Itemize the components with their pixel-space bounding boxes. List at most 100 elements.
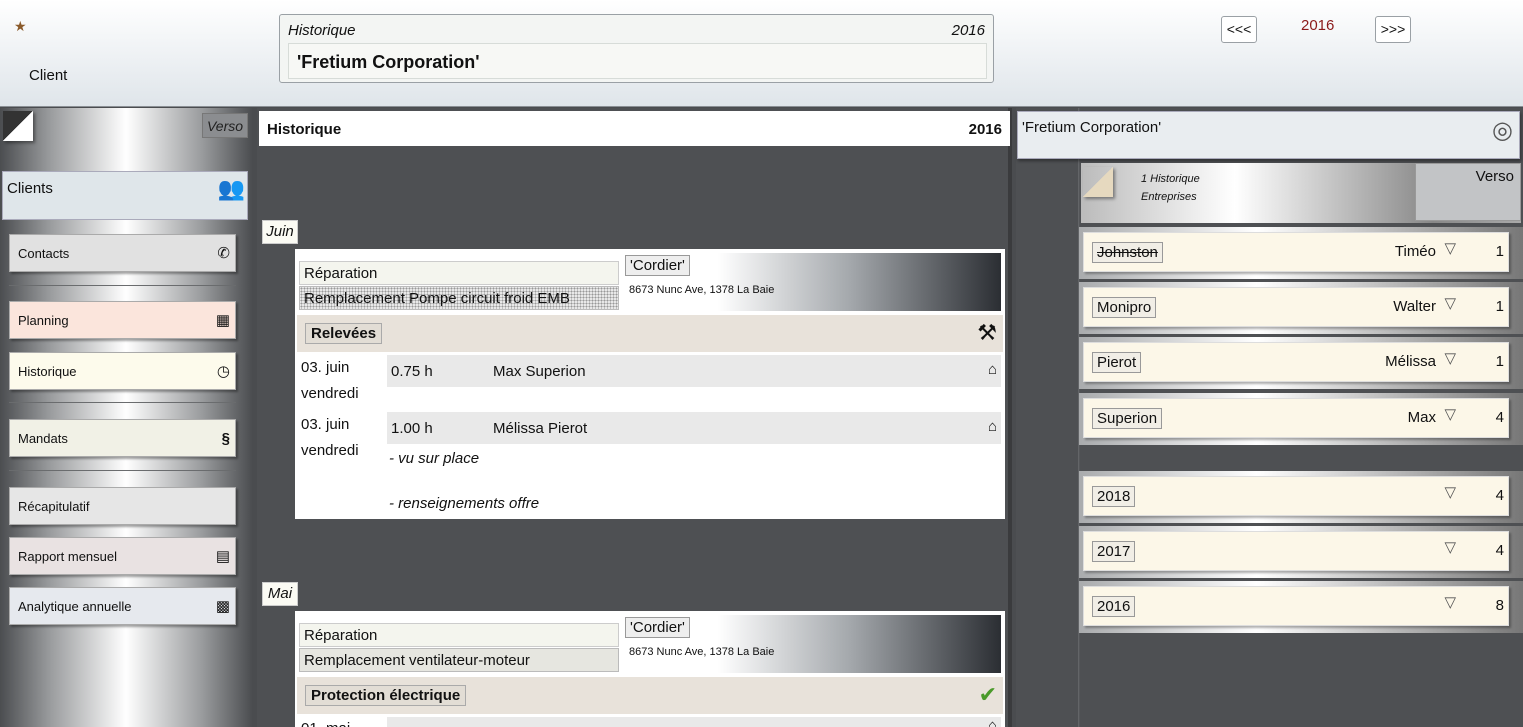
history-year: 2016 bbox=[951, 22, 985, 39]
sidebar-item-label: Analytique annuelle bbox=[18, 599, 132, 614]
divider bbox=[9, 285, 236, 286]
entry-date: 03. juin vendredi bbox=[301, 412, 359, 464]
worker-icon: ⚒ bbox=[977, 320, 997, 345]
clients-header[interactable]: Clients 👥 bbox=[2, 171, 248, 220]
intervention-type: Réparation bbox=[299, 261, 619, 285]
target-icon[interactable]: ◎ bbox=[1492, 116, 1513, 145]
entry-date: 01. mai bbox=[301, 716, 350, 727]
intervention-description[interactable]: Remplacement Pompe circuit froid EMB bbox=[299, 286, 619, 310]
person-item[interactable]: Johnston Timéo ▽ 1 bbox=[1083, 232, 1509, 272]
entry-date: 03. juin vendredi bbox=[301, 355, 359, 407]
history-header-box: Historique 2016 'Fretium Corporation' bbox=[279, 14, 994, 83]
next-year-button[interactable]: >>> bbox=[1375, 16, 1411, 43]
filter-icon[interactable]: ▽ bbox=[1444, 349, 1456, 367]
users-icon: 👥 bbox=[217, 176, 245, 201]
sidebar-item-historique[interactable]: Historique ◷ bbox=[9, 352, 236, 390]
entry-row[interactable]: 0.75 h Max Superion ⌂ bbox=[387, 355, 1001, 387]
filter-icon[interactable]: ▽ bbox=[1444, 294, 1456, 312]
item-count: 4 bbox=[1495, 487, 1504, 504]
current-year: 2016 bbox=[1301, 17, 1335, 34]
entry-date-text: 03. juin bbox=[301, 416, 350, 433]
filter-icon[interactable]: ▽ bbox=[1444, 538, 1456, 556]
verso-button[interactable]: Verso bbox=[1415, 163, 1521, 221]
history-panel-title: Historique bbox=[267, 121, 342, 138]
history-panel-year: 2016 bbox=[968, 121, 1002, 138]
entry-row[interactable]: ⌂ bbox=[387, 717, 1001, 727]
right-panel-title: 'Fretium Corporation' bbox=[1022, 119, 1162, 136]
sidebar-item-recapitulatif[interactable]: Récapitulatif bbox=[9, 487, 236, 525]
entity-type: Entreprises bbox=[1141, 191, 1197, 203]
company-tag[interactable]: 'Cordier' bbox=[625, 617, 690, 638]
clients-label: Clients bbox=[7, 180, 53, 197]
month-label: Juin bbox=[262, 220, 298, 244]
sidebar-item-label: Rapport mensuel bbox=[18, 549, 117, 564]
verso-button[interactable]: Verso bbox=[202, 113, 248, 138]
page-fold-icon[interactable] bbox=[1083, 167, 1113, 197]
month-label: Mai bbox=[262, 582, 298, 606]
filter-icon[interactable]: ▽ bbox=[1444, 239, 1456, 257]
person-firstname: Walter bbox=[1393, 298, 1436, 315]
item-count: 1 bbox=[1495, 353, 1504, 370]
entry-hours: 0.75 h bbox=[391, 363, 433, 380]
intervention-description[interactable]: Remplacement ventilateur-moteur bbox=[299, 648, 619, 672]
person-tag[interactable]: Pierot bbox=[1092, 352, 1142, 373]
person-item[interactable]: Pierot Mélissa ▽ 1 bbox=[1083, 342, 1509, 382]
section-label: Protection électrique bbox=[305, 685, 467, 706]
divider bbox=[9, 402, 236, 403]
person-firstname: Timéo bbox=[1394, 243, 1436, 260]
company-address-box: 'Cordier' 8673 Nunc Ave, 1378 La Baie bbox=[623, 253, 1001, 311]
right-subheader: 1 Historique Entreprises Verso bbox=[1081, 163, 1521, 223]
history-count: 1 Historique bbox=[1141, 173, 1200, 185]
year-tag[interactable]: 2017 bbox=[1092, 541, 1136, 562]
client-name-field[interactable]: 'Fretium Corporation' bbox=[288, 43, 987, 79]
section-header: Relevées ⚒ bbox=[297, 315, 1003, 352]
calendar-icon: ▦ bbox=[215, 312, 230, 329]
page-corner-icon[interactable] bbox=[3, 111, 33, 141]
section-icon: § bbox=[221, 430, 230, 447]
filter-icon[interactable]: ▽ bbox=[1444, 483, 1456, 501]
entry-day-text: vendredi bbox=[301, 442, 359, 459]
sidebar-item-rapport-mensuel[interactable]: Rapport mensuel ▤ bbox=[9, 537, 236, 575]
sidebar-item-label: Mandats bbox=[18, 431, 68, 446]
history-card[interactable]: Réparation Remplacement ventilateur-mote… bbox=[295, 611, 1005, 727]
year-item[interactable]: 2016 ▽ 8 bbox=[1083, 586, 1509, 626]
item-count: 1 bbox=[1495, 298, 1504, 315]
item-count: 4 bbox=[1495, 542, 1504, 559]
history-card[interactable]: Réparation Remplacement Pompe circuit fr… bbox=[295, 249, 1005, 519]
year-tag[interactable]: 2018 bbox=[1092, 486, 1136, 507]
sidebar-item-analytique-annuelle[interactable]: Analytique annuelle ▩ bbox=[9, 587, 236, 625]
person-tag[interactable]: Monipro bbox=[1092, 297, 1157, 318]
person-tag[interactable]: Superion bbox=[1092, 408, 1163, 429]
year-tag[interactable]: 2016 bbox=[1092, 596, 1136, 617]
home-icon[interactable]: ⌂ bbox=[988, 361, 997, 378]
history-icon: ◷ bbox=[216, 363, 230, 380]
entry-row[interactable]: 1.00 h Mélissa Pierot ⌂ bbox=[387, 412, 1001, 444]
person-tag[interactable]: Johnston bbox=[1092, 242, 1163, 263]
entry-note: - vu sur place bbox=[389, 450, 480, 467]
previous-year-button[interactable]: <<< bbox=[1221, 16, 1257, 43]
year-item[interactable]: 2018 ▽ 4 bbox=[1083, 476, 1509, 516]
sidebar-item-planning[interactable]: Planning ▦ bbox=[9, 301, 236, 339]
home-icon[interactable]: ⌂ bbox=[988, 717, 997, 727]
company-address: 8673 Nunc Ave, 1378 La Baie bbox=[629, 284, 775, 296]
app-logo-icon[interactable]: ★ bbox=[14, 18, 30, 34]
intervention-type: Réparation bbox=[299, 623, 619, 647]
checkmark-icon: ✔ bbox=[978, 682, 997, 707]
sidebar-item-contacts[interactable]: Contacts ✆ bbox=[9, 234, 236, 272]
filter-icon[interactable]: ▽ bbox=[1444, 593, 1456, 611]
left-sidebar: Verso Clients 👥 Contacts ✆ Planning ▦ Hi… bbox=[0, 108, 252, 727]
sidebar-item-mandats[interactable]: Mandats § bbox=[9, 419, 236, 457]
sidebar-item-label: Contacts bbox=[18, 246, 70, 261]
history-panel: Historique 2016 Juin Réparation Remplace… bbox=[257, 108, 1012, 727]
person-item[interactable]: Superion Max ▽ 4 bbox=[1083, 398, 1509, 438]
home-icon[interactable]: ⌂ bbox=[988, 418, 997, 435]
item-count: 1 bbox=[1495, 243, 1504, 260]
year-item[interactable]: 2017 ▽ 4 bbox=[1083, 531, 1509, 571]
person-item[interactable]: Monipro Walter ▽ 1 bbox=[1083, 287, 1509, 327]
entry-person: Mélissa Pierot bbox=[493, 420, 588, 437]
chart-icon: ▩ bbox=[215, 598, 230, 615]
history-panel-header: Historique 2016 bbox=[259, 111, 1010, 146]
company-tag[interactable]: 'Cordier' bbox=[625, 255, 690, 276]
filter-icon[interactable]: ▽ bbox=[1444, 405, 1456, 423]
right-panel-header: 'Fretium Corporation' ◎ bbox=[1017, 111, 1520, 159]
